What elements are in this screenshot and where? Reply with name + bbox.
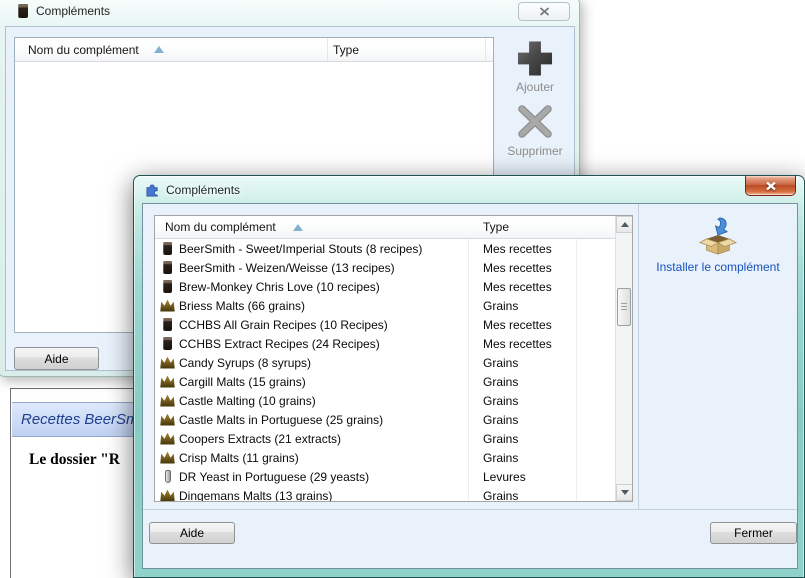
triangle-up-icon (621, 222, 629, 227)
window-title: Compléments (166, 183, 240, 197)
sort-ascending-icon (154, 46, 164, 53)
list-item[interactable]: Cargill Malts (15 grains) Grains (155, 372, 632, 391)
complements-dialog-active: Compléments Nom du complément Type (133, 175, 805, 578)
help-button[interactable]: Aide (14, 347, 99, 370)
grain-icon (160, 375, 175, 389)
list-item[interactable]: BeerSmith - Weizen/Weisse (13 recipes) M… (155, 258, 632, 277)
report-title: Recettes BeerSm (12, 411, 139, 428)
list-item[interactable]: Briess Malts (66 grains) Grains (155, 296, 632, 315)
column-header-type[interactable]: Type (483, 220, 509, 234)
list-item[interactable]: Castle Malts in Portuguese (25 grains) G… (155, 410, 632, 429)
screen: Recettes BeerSm Le dossier "R Complément… (0, 0, 805, 578)
list-item[interactable]: DR Yeast in Portuguese (29 yeasts) Levur… (155, 467, 632, 486)
beer-mug-icon (15, 4, 30, 18)
install-box-icon (695, 216, 741, 256)
list-item[interactable]: Candy Syrups (8 syrups) Grains (155, 353, 632, 372)
column-divider (327, 38, 328, 61)
close-button[interactable] (745, 176, 796, 196)
delete-icon[interactable] (514, 103, 556, 141)
actions-panel: Ajouter Supprimer (498, 40, 572, 158)
scroll-up-button[interactable] (616, 216, 633, 233)
help-button[interactable]: Aide (149, 522, 235, 544)
grain-icon (160, 356, 175, 370)
column-header-name[interactable]: Nom du complément (165, 220, 276, 234)
add-button[interactable]: Ajouter (516, 80, 554, 94)
table-header: Nom du complément Type (155, 216, 615, 239)
grain-icon (160, 432, 175, 446)
list-item[interactable]: Brew-Monkey Chris Love (10 recipes) Mes … (155, 277, 632, 296)
titlebar[interactable]: Compléments (134, 176, 804, 203)
addons-list[interactable]: Nom du complément Type BeerSmith - Sweet… (154, 215, 633, 502)
column-divider (485, 38, 486, 61)
close-icon (765, 181, 777, 191)
report-header-band: Recettes BeerSm (12, 402, 139, 437)
beer-mug-icon (160, 261, 175, 275)
panel-divider-horizontal (143, 509, 797, 510)
rows-container: BeerSmith - Sweet/Imperial Stouts (8 rec… (155, 239, 632, 502)
grain-icon (160, 413, 175, 427)
table-header: Nom du complément Type (15, 38, 493, 62)
column-header-name[interactable]: Nom du complément (28, 43, 139, 57)
list-item[interactable]: Coopers Extracts (21 extracts) Grains (155, 429, 632, 448)
main-app-fragment: Recettes BeerSm Le dossier "R (10, 388, 139, 578)
close-button[interactable] (518, 2, 570, 21)
close-icon (539, 7, 550, 16)
delete-button[interactable]: Supprimer (507, 144, 562, 158)
grain-icon (160, 394, 175, 408)
grain-icon (160, 489, 175, 503)
add-icon[interactable] (517, 40, 554, 77)
beer-mug-icon (160, 318, 175, 332)
list-item[interactable]: Castle Malting (10 grains) Grains (155, 391, 632, 410)
window-title: Compléments (36, 4, 110, 18)
install-addon-action[interactable]: Installer le complément (639, 204, 797, 509)
beer-mug-icon (160, 280, 175, 294)
list-item[interactable]: Crisp Malts (11 grains) Grains (155, 448, 632, 467)
dialog-content: Nom du complément Type BeerSmith - Sweet… (142, 203, 798, 569)
sort-ascending-icon (293, 224, 303, 231)
yeast-vial-icon (160, 470, 175, 484)
list-item[interactable]: Dingemans Malts (13 grains) Grains (155, 486, 632, 502)
beer-mug-icon (160, 337, 175, 351)
grain-icon (160, 451, 175, 465)
puzzle-icon (145, 182, 160, 197)
list-item[interactable]: BeerSmith - Sweet/Imperial Stouts (8 rec… (155, 239, 632, 258)
grain-icon (160, 299, 175, 313)
beer-mug-icon (160, 242, 175, 256)
install-addon-label: Installer le complément (656, 260, 779, 274)
document-text: Le dossier "R (29, 451, 120, 469)
list-item[interactable]: CCHBS All Grain Recipes (10 Recipes) Mes… (155, 315, 632, 334)
titlebar[interactable]: Compléments (0, 0, 579, 24)
list-item[interactable]: CCHBS Extract Recipes (24 Recipes) Mes r… (155, 334, 632, 353)
column-header-type[interactable]: Type (333, 43, 359, 57)
close-dialog-button[interactable]: Fermer (710, 522, 797, 544)
